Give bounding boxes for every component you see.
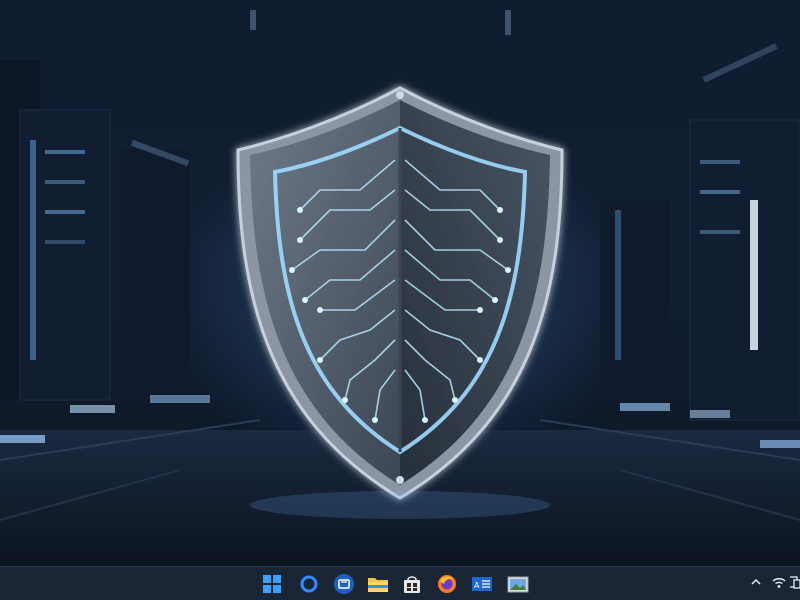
task-view-icon (333, 573, 355, 595)
desktop-wallpaper (0, 0, 800, 566)
file-explorer-button[interactable] (366, 572, 390, 596)
windows-logo-icon (262, 574, 282, 594)
devices-icon (790, 575, 800, 593)
show-hidden-icons-button[interactable] (748, 573, 764, 595)
svg-text:A: A (474, 581, 480, 590)
wallpaper-image (0, 10, 800, 566)
mail-button[interactable]: A (470, 572, 494, 596)
store-bag-icon (401, 573, 423, 595)
start-button[interactable] (260, 572, 284, 596)
firefox-button[interactable] (435, 572, 459, 596)
photos-button[interactable] (506, 572, 530, 596)
chevron-up-icon (750, 576, 762, 592)
task-view-button[interactable] (332, 572, 356, 596)
notifications-button[interactable] (790, 573, 800, 595)
firefox-icon (436, 573, 458, 595)
store-button[interactable] (400, 572, 424, 596)
cortana-ring-icon (299, 574, 319, 594)
wifi-icon (771, 575, 787, 593)
taskbar: A (0, 566, 800, 600)
cortana-button[interactable] (297, 572, 321, 596)
photos-icon (507, 574, 529, 594)
mail-icon: A (471, 574, 493, 594)
folder-icon (367, 574, 389, 594)
network-button[interactable] (770, 573, 788, 595)
